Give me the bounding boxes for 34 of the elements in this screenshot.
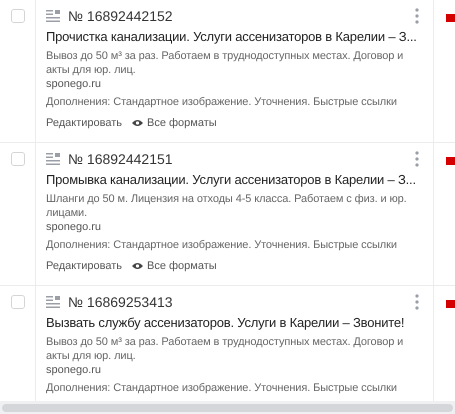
edit-link[interactable]: Редактировать [46,115,122,132]
eye-icon [132,262,143,270]
ad-description: Вывоз до 50 м³ за раз. Работаем в труднодоступных местах. Договор и акты для юр. лиц. [46,49,404,77]
ad-domain: sponego.ru [46,77,102,91]
checkbox[interactable] [10,295,24,309]
ad-domain: sponego.ru [46,220,102,234]
ad-text-icon [46,296,60,308]
ad-number: № 16892442151 [68,150,173,168]
all-formats-link[interactable]: Все форматы [147,258,217,274]
more-icon[interactable] [415,151,419,167]
ad-description: Шланги до 50 м. Лицензия на отходы 4-5 класса. Работаем с физ. и юр. лицами. [46,192,408,220]
horizontal-scrollbar[interactable] [0,401,455,414]
ad-title: Вызвать службу ассенизаторов. Услуги в Карелии – Звоните! [46,314,406,332]
ad-text-icon [46,10,60,22]
ad-number: № 16869253413 [68,292,173,312]
more-icon[interactable] [415,294,419,310]
ad-additions: Дополнения: Стандартное изображение. Уточнения. Быстрые ссылки [46,381,398,395]
checkbox[interactable] [10,152,24,166]
eye-icon [132,119,143,128]
status-marker [446,14,455,22]
ad-additions: Дополнения: Стандартное изображение. Уточнения. Быстрые ссылки [46,238,398,252]
status-marker [446,157,455,165]
all-formats-link[interactable]: Все форматы [147,115,217,132]
status-marker [446,300,455,308]
checkbox[interactable] [10,9,24,23]
ad-domain: sponego.ru [46,363,102,377]
ad-additions: Дополнения: Стандартное изображение. Уточнения. Быстрые ссылки [46,95,398,109]
ad-number: № 16892442152 [68,6,173,26]
ad-title: Промывка канализации. Услуги ассенизаторов в Карелии – З... [46,171,417,189]
ad-description: Вывоз до 50 м³ за раз. Работаем в труднодоступных местах. Договор и акты для юр. лиц. [46,335,404,363]
more-icon[interactable] [415,8,419,24]
edit-link[interactable]: Редактировать [46,258,122,274]
ad-text-icon [46,153,60,165]
ad-title: Прочистка канализации. Услуги ассенизаторов в Карелии – З... [46,28,418,46]
